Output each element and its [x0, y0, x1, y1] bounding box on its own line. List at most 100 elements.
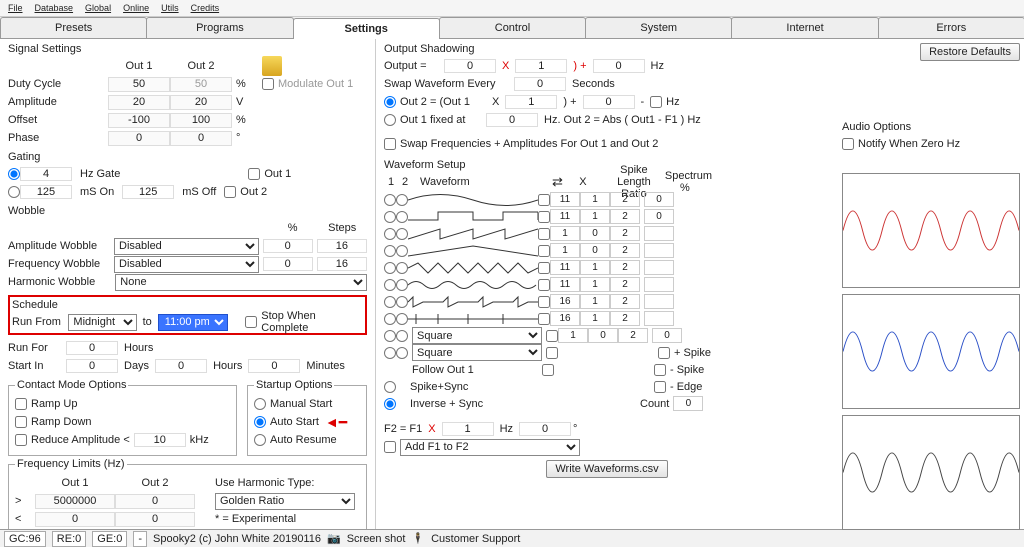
- out1fixed-radio[interactable]: [384, 114, 396, 126]
- tab-presets[interactable]: Presets: [0, 17, 147, 38]
- sqr[interactable]: 2: [618, 328, 648, 343]
- gating-msoff[interactable]: 125: [122, 185, 174, 199]
- amp-out1[interactable]: 20: [108, 95, 170, 110]
- duty-out1[interactable]: 50: [108, 77, 170, 92]
- wf-x-2[interactable]: 1: [550, 226, 580, 241]
- person-icon[interactable]: 🕴: [411, 532, 425, 545]
- wf-l-7[interactable]: 1: [580, 311, 610, 326]
- wf1-radio-7[interactable]: [384, 313, 396, 325]
- start-days-val[interactable]: 0: [66, 359, 118, 373]
- wf-l-6[interactable]: 1: [580, 294, 610, 309]
- wf1-sq-radio[interactable]: [384, 330, 396, 342]
- fl-o2lt[interactable]: 0: [115, 512, 195, 527]
- amp-wobble-pct[interactable]: 0: [263, 239, 313, 253]
- stop-complete-check[interactable]: [245, 316, 257, 328]
- wf2-radio-2[interactable]: [396, 228, 408, 240]
- wf-l-1[interactable]: 1: [580, 209, 610, 224]
- f2-offset[interactable]: 0: [519, 422, 571, 436]
- restore-defaults-button[interactable]: Restore Defaults: [920, 43, 1020, 61]
- wf1-radio-2[interactable]: [384, 228, 396, 240]
- start-hours-val[interactable]: 0: [155, 359, 207, 373]
- gating-hz-radio[interactable]: [8, 168, 20, 180]
- wf-check-7[interactable]: [538, 313, 550, 325]
- wf-check-0[interactable]: [538, 194, 550, 206]
- wf-x-1[interactable]: 11: [550, 209, 580, 224]
- mspike-check[interactable]: [654, 364, 666, 376]
- wf-r-6[interactable]: 2: [610, 294, 640, 309]
- harm-wobble-select[interactable]: None: [115, 274, 367, 291]
- wf-l-5[interactable]: 1: [580, 277, 610, 292]
- wf-p-7[interactable]: [644, 311, 674, 326]
- out1fixed-val[interactable]: 0: [486, 113, 538, 127]
- sqp[interactable]: 0: [652, 328, 682, 343]
- wf1-radio-6[interactable]: [384, 296, 396, 308]
- menu-utils[interactable]: Utils: [157, 2, 183, 14]
- run-to-select[interactable]: 11:00 pm: [158, 314, 228, 331]
- amp-wobble-steps[interactable]: 16: [317, 239, 367, 253]
- lock-icon[interactable]: [262, 56, 282, 76]
- wf-p-3[interactable]: [644, 243, 674, 258]
- wf-p-0[interactable]: 0: [644, 192, 674, 207]
- gating-out2-check[interactable]: [224, 186, 236, 198]
- wf-p-5[interactable]: [644, 277, 674, 292]
- camera-icon[interactable]: 📷: [327, 532, 341, 545]
- wf2-radio-6[interactable]: [396, 296, 408, 308]
- amp-wobble-select[interactable]: Disabled: [114, 238, 259, 255]
- tab-programs[interactable]: Programs: [146, 17, 293, 38]
- wf-check-5[interactable]: [538, 279, 550, 291]
- wf-r-3[interactable]: 2: [610, 243, 640, 258]
- run-for-val[interactable]: 0: [66, 341, 118, 355]
- addf-select[interactable]: Add F1 to F2: [400, 439, 580, 456]
- amp-out2[interactable]: 20: [170, 95, 232, 110]
- addf-check[interactable]: [384, 441, 396, 453]
- auto-resume-radio[interactable]: [254, 434, 266, 446]
- out2-v[interactable]: 1: [505, 95, 557, 109]
- menu-database[interactable]: Database: [31, 2, 78, 14]
- wf-r-2[interactable]: 2: [610, 226, 640, 241]
- swap-val[interactable]: 0: [514, 77, 566, 91]
- notify-zero-check[interactable]: [842, 138, 854, 150]
- follow-check[interactable]: [542, 364, 554, 376]
- customer-support-label[interactable]: Customer Support: [431, 533, 520, 545]
- wf-r-0[interactable]: 2: [610, 192, 640, 207]
- freq-wobble-pct[interactable]: 0: [263, 257, 313, 271]
- wf-x-4[interactable]: 11: [550, 260, 580, 275]
- wf-x-0[interactable]: 11: [550, 192, 580, 207]
- offset-out1[interactable]: -100: [108, 113, 170, 128]
- wf-p-6[interactable]: [644, 294, 674, 309]
- wf-check-6[interactable]: [538, 296, 550, 308]
- wf-x-7[interactable]: 16: [550, 311, 580, 326]
- wf-r-5[interactable]: 2: [610, 277, 640, 292]
- sql[interactable]: 0: [588, 328, 618, 343]
- out2formula-radio[interactable]: [384, 96, 396, 108]
- wf-l-0[interactable]: 1: [580, 192, 610, 207]
- out2-hz-check[interactable]: [650, 96, 662, 108]
- wf1-radio-1[interactable]: [384, 211, 396, 223]
- wf1-radio-5[interactable]: [384, 279, 396, 291]
- freq-wobble-select[interactable]: Disabled: [114, 256, 259, 273]
- screenshot-label[interactable]: Screen shot: [347, 533, 406, 545]
- wf2-radio-5[interactable]: [396, 279, 408, 291]
- swap-arrows-icon[interactable]: ⇄: [552, 174, 563, 190]
- gating-ms-radio[interactable]: [8, 186, 20, 198]
- wf2-radio-0[interactable]: [396, 194, 408, 206]
- output-v2[interactable]: 1: [515, 59, 567, 73]
- gating-out1-check[interactable]: [248, 168, 260, 180]
- modulate-check[interactable]: [262, 78, 274, 90]
- reduce-amp-val[interactable]: 10: [134, 433, 186, 447]
- run-from-select[interactable]: Midnight: [68, 314, 136, 331]
- auto-start-radio[interactable]: [254, 416, 266, 428]
- menu-online[interactable]: Online: [119, 2, 153, 14]
- phase-out2[interactable]: 0: [170, 131, 232, 146]
- out2-v2[interactable]: 0: [583, 95, 635, 109]
- menu-global[interactable]: Global: [81, 2, 115, 14]
- tab-settings[interactable]: Settings: [293, 18, 440, 39]
- harmtype-select[interactable]: Golden Ratio: [215, 493, 355, 510]
- wf2-sq2-radio[interactable]: [396, 347, 408, 359]
- pspike-check[interactable]: [658, 347, 670, 359]
- manual-start-radio[interactable]: [254, 398, 266, 410]
- gating-mson[interactable]: 125: [20, 185, 72, 199]
- wf-x-5[interactable]: 11: [550, 277, 580, 292]
- rampdown-check[interactable]: [15, 416, 27, 428]
- menu-file[interactable]: File: [4, 2, 27, 14]
